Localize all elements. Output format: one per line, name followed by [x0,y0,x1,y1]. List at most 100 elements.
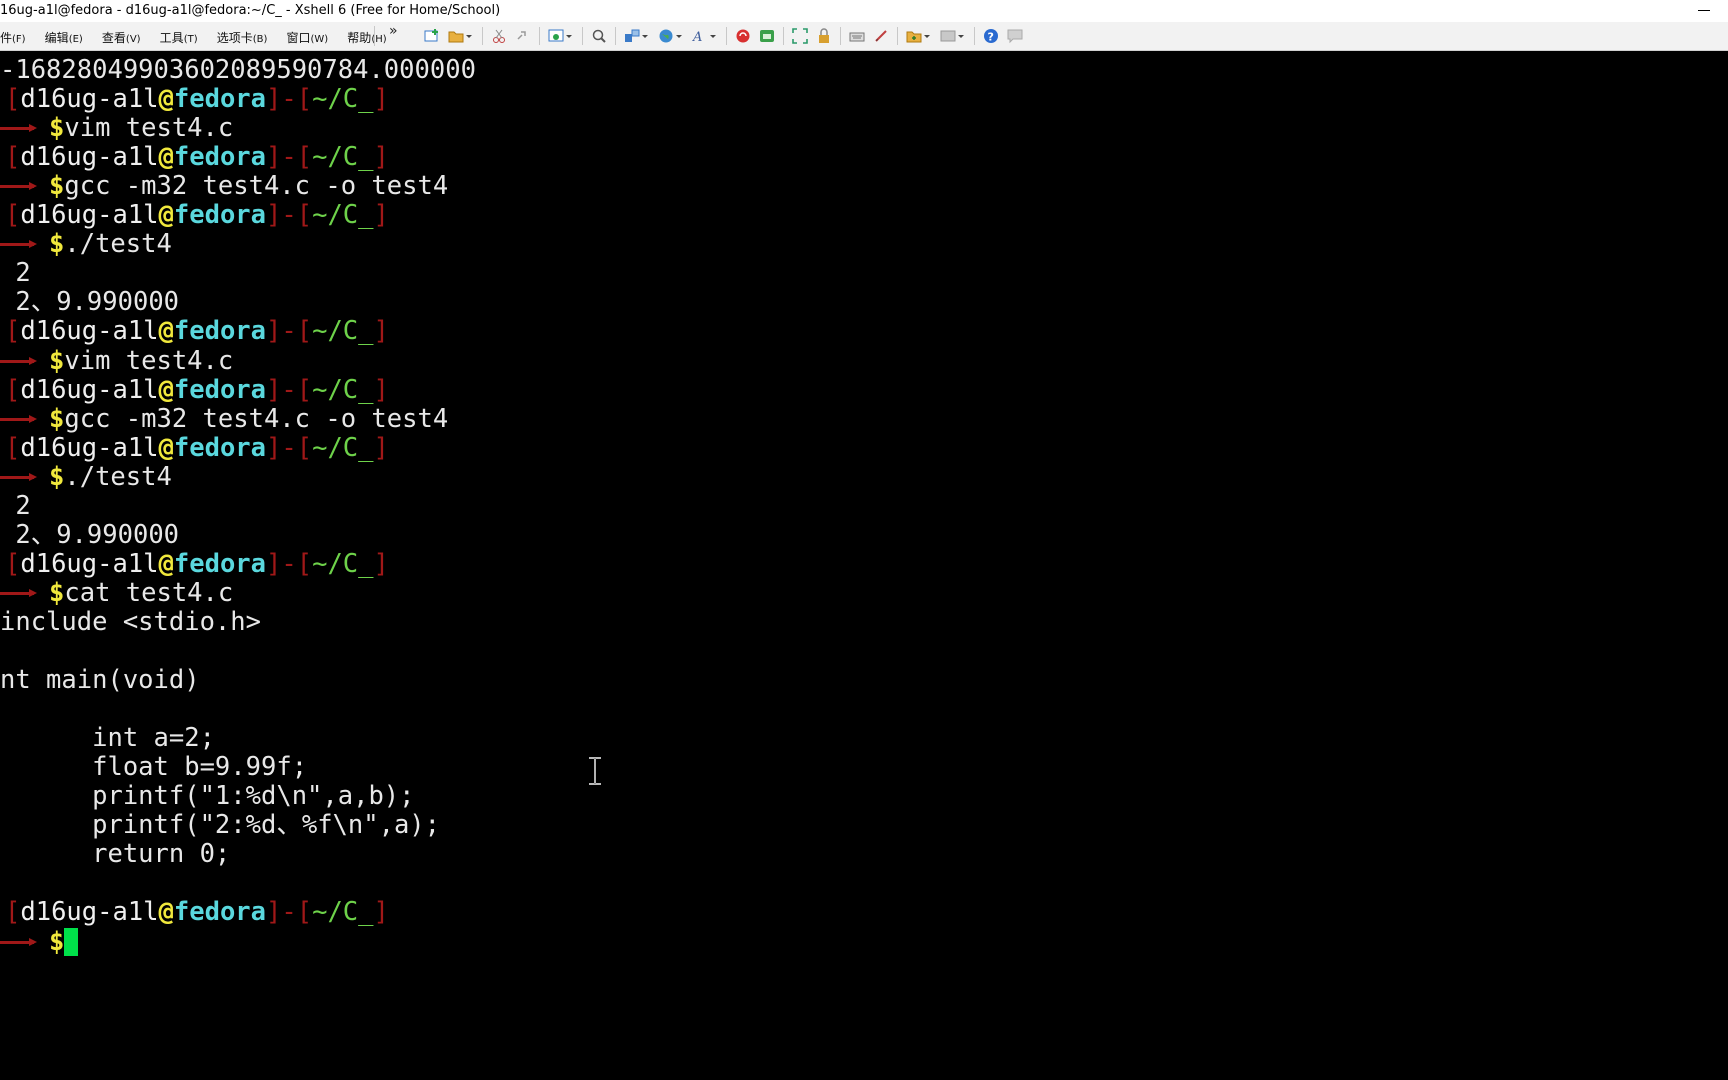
prompt-line: [d16ug-a1l@fedora]-[~/C_] [0,548,389,580]
dropdown-arrow-icon[interactable] [924,34,930,38]
command-text: cat test4.c [64,577,234,608]
prompt-at: @ [158,374,174,405]
prompt-separator: - [281,432,297,463]
prompt-bracket: ] [373,548,389,579]
command-line: $ [0,926,79,958]
prompt-separator: - [281,142,297,173]
menu-edit-accel: (E) [68,34,83,45]
command-text: ./test4 [64,229,172,260]
dropdown-arrow-icon[interactable] [710,34,716,38]
prompt-host: fedora [173,142,267,173]
xmanager-icon[interactable] [759,28,775,44]
svg-text:A: A [692,30,702,44]
prompt-bracket: ] [373,897,389,928]
menu-window-label: 窗口 [286,31,311,45]
output-line: float b=9.99f; [0,752,308,783]
menu-help[interactable]: 帮助(H) [347,29,386,46]
prompt-separator: - [281,84,297,115]
output-line: 2、9.990000 [0,519,180,550]
prompt-bracket: ] [373,432,389,463]
command-line: $vim test4.c [0,345,233,377]
menu-window-accel: (W) [310,34,329,45]
new-session-icon[interactable] [424,28,440,44]
prompt-path: ~/C_ [312,548,374,579]
prompt-user: d16ug-a1l [20,84,159,115]
font-icon[interactable]: A [692,28,708,44]
help-icon[interactable]: ? [983,28,999,44]
output-line: 2、9.990000 [0,287,180,318]
menu-tools[interactable]: 工具(T) [160,29,198,46]
prompt-bracket: [ [296,548,313,579]
link-icon[interactable] [515,28,531,44]
menu-file-accel: (F) [12,34,26,45]
prompt-path: ~/C_ [312,374,374,405]
prompt-bracket: [ [296,316,313,347]
prompt-user: d16ug-a1l [20,374,159,405]
prompt-separator: - [281,897,297,928]
command-line: $gcc -m32 test4.c -o test4 [0,403,448,435]
toolbar-overflow-chevron[interactable]: » [389,23,398,39]
prompt-bracket: [ [5,200,21,231]
menu-window[interactable]: 窗口(W) [286,29,328,46]
keyboard-icon[interactable] [849,28,865,44]
menu-file[interactable]: 件(F) [0,29,26,46]
prompt-arrow-icon [0,577,44,609]
layout-icon[interactable] [624,28,640,44]
prompt-dollar: $ [49,403,65,434]
prompt-bracket: ] [373,84,389,115]
prompt-bracket: ] [373,316,389,347]
prompt-bracket: ] [266,316,282,347]
menu-tabs[interactable]: 选项卡(B) [217,29,268,46]
dropdown-arrow-icon[interactable] [566,34,572,38]
prompt-at: @ [158,142,174,173]
prompt-bracket: [ [296,142,313,173]
prompt-host: fedora [173,374,267,405]
prompt-host: fedora [173,84,267,115]
cut-icon[interactable] [491,28,507,44]
options-icon[interactable] [940,28,956,44]
dropdown-arrow-icon[interactable] [676,34,682,38]
dropdown-arrow-icon[interactable] [642,34,648,38]
prompt-at: @ [158,897,174,928]
output-line: 2 [0,490,31,521]
prompt-arrow-icon [0,112,44,144]
prompt-arrow-icon [0,170,44,202]
output-line: nt main(void) [0,665,200,696]
toolbar: 件(F) 编辑(E) 查看(V) 工具(T) 选项卡(B) 窗口(W) 帮助(H… [0,22,1728,51]
minimize-button[interactable] [1694,0,1714,22]
menu-file-label: 件 [0,31,13,45]
transfer-icon[interactable] [906,28,922,44]
menu-view-label: 查看 [101,31,126,45]
output-line: -16828049903602089590784.000000 [0,55,476,85]
prompt-bracket: ] [373,200,389,231]
toolbar-separator [374,26,375,46]
prompt-user: d16ug-a1l [20,432,159,463]
svg-text:?: ? [988,31,994,44]
globe-icon[interactable] [658,28,674,44]
prompt-bracket: [ [5,432,21,463]
menu-edit-label: 编辑 [44,31,69,45]
prompt-bracket: ] [266,897,282,928]
script-icon[interactable] [873,28,889,44]
prompt-path: ~/C_ [312,897,374,928]
prompt-line: [d16ug-a1l@fedora]-[~/C_] [0,896,389,928]
command-text: gcc -m32 test4.c -o test4 [64,403,449,434]
prompt-host: fedora [173,316,267,347]
terminal-output[interactable]: -16828049903602089590784.000000 [d16ug-a1… [0,52,1728,1080]
dropdown-arrow-icon[interactable] [958,34,964,38]
lock-icon[interactable] [816,28,832,44]
session-manager-icon[interactable] [548,28,564,44]
fullscreen-icon[interactable] [792,28,808,44]
prompt-separator: - [281,374,297,405]
dropdown-arrow-icon[interactable] [466,34,472,38]
open-folder-icon[interactable] [448,28,464,44]
prompt-dollar: $ [49,461,65,492]
menu-view[interactable]: 查看(V) [102,29,141,46]
search-icon[interactable] [591,28,607,44]
menu-edit[interactable]: 编辑(E) [45,29,83,46]
toolbar-separator [974,27,975,45]
chat-icon[interactable] [1007,28,1023,44]
prompt-bracket: [ [5,142,21,173]
xftp-icon[interactable] [735,28,751,44]
output-line: printf("2:%d、%f\n",a); [0,810,441,841]
